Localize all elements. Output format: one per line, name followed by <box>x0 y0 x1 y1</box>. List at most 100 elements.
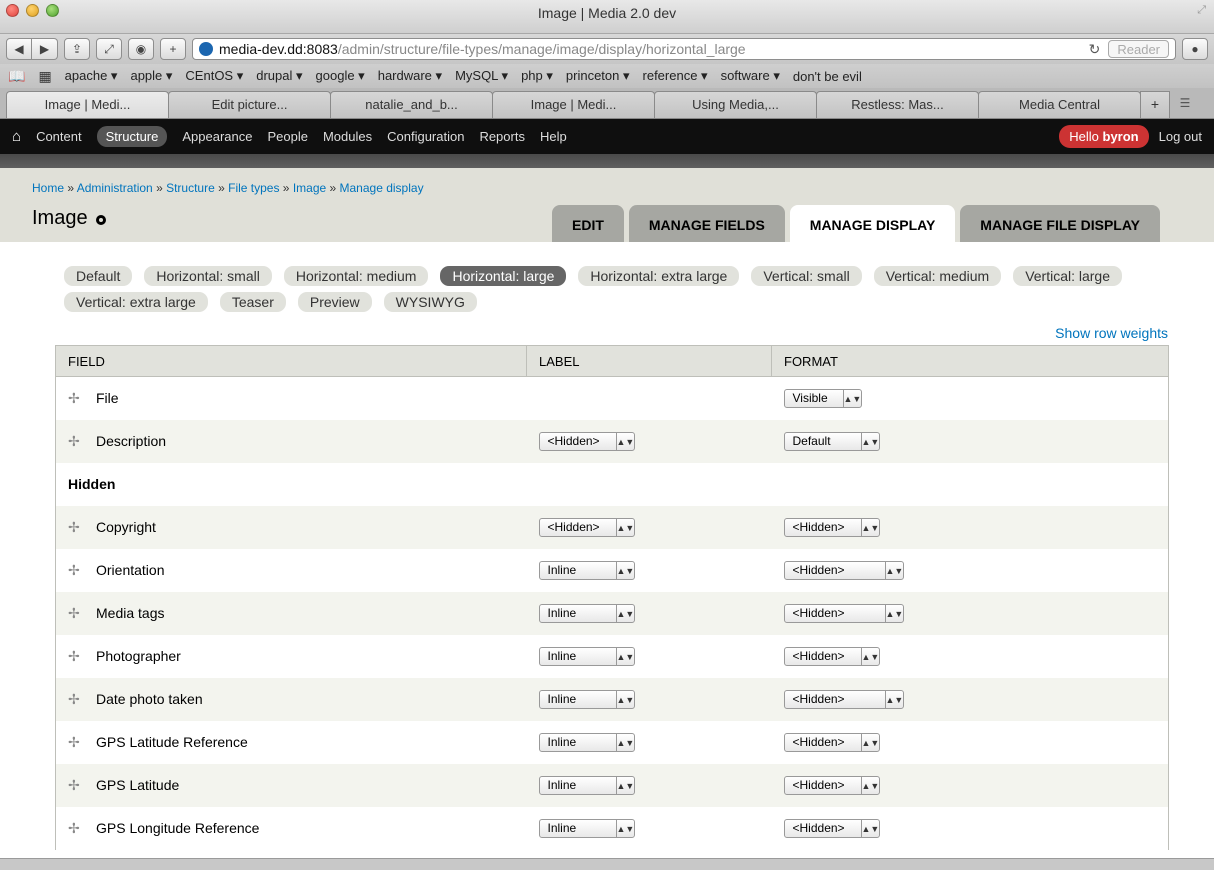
format-select[interactable]: <Hidden> ▲▼ <box>783 517 880 537</box>
format-select[interactable]: <Hidden> ▲▼ <box>783 689 904 709</box>
format-select[interactable]: <Hidden> ▲▼ <box>783 775 880 795</box>
format-cell: Default ▲▼ <box>771 419 1169 463</box>
format-select[interactable]: <Hidden> ▲▼ <box>783 603 904 623</box>
view-mode-horizontal-medium[interactable]: Horizontal: medium <box>283 266 429 286</box>
drag-handle-icon[interactable]: ✢ <box>68 519 82 536</box>
drag-handle-icon[interactable]: ✢ <box>68 648 82 665</box>
admin-link-help[interactable]: Help <box>540 126 567 147</box>
bookmark-php[interactable]: php ▾ <box>521 68 553 84</box>
tab-manage-file-display[interactable]: MANAGE FILE DISPLAY <box>960 205 1161 242</box>
view-mode-vertical-medium[interactable]: Vertical: medium <box>873 266 1002 286</box>
drag-handle-icon[interactable]: ✢ <box>68 390 82 407</box>
topsites-button[interactable]: ◉ <box>128 38 154 60</box>
bookmark-drupal[interactable]: drupal ▾ <box>256 68 302 84</box>
add-bookmark-button[interactable]: + <box>160 38 186 60</box>
browser-tab[interactable]: Edit picture... <box>168 91 331 118</box>
bookmark-reference[interactable]: reference ▾ <box>643 68 708 84</box>
reader-button[interactable]: Reader <box>1108 40 1169 58</box>
drag-handle-icon[interactable]: ✢ <box>68 562 82 579</box>
bookmark-software[interactable]: software ▾ <box>721 68 780 84</box>
label-select[interactable]: <Hidden> ▲▼ <box>538 431 635 451</box>
add-shortcut-icon[interactable] <box>95 215 106 225</box>
admin-link-people[interactable]: People <box>267 126 307 147</box>
new-tab-button[interactable]: + <box>1140 91 1170 118</box>
tab-overview-icon[interactable]: ☰ <box>1170 91 1200 118</box>
view-mode-horizontal-large[interactable]: Horizontal: large <box>440 266 567 286</box>
bookmark-dont-be-evil[interactable]: don't be evil <box>793 69 862 84</box>
bookmark-hardware[interactable]: hardware ▾ <box>378 68 442 84</box>
share-button[interactable]: ⇪ <box>64 38 90 60</box>
label-select[interactable]: Inline ▲▼ <box>538 646 635 666</box>
format-select[interactable]: <Hidden> ▲▼ <box>783 560 904 580</box>
browser-tab[interactable]: Restless: Mas... <box>816 91 979 118</box>
browser-tab[interactable]: Using Media,... <box>654 91 817 118</box>
top-sites-icon[interactable]: ▦ <box>38 68 51 85</box>
format-select[interactable]: Visible ▲▼ <box>783 388 862 408</box>
view-mode-horizontal-small[interactable]: Horizontal: small <box>144 266 272 286</box>
label-select[interactable]: Inline ▲▼ <box>538 732 635 752</box>
bookmark-princeton[interactable]: princeton ▾ <box>566 68 630 84</box>
tab-edit[interactable]: EDIT <box>552 205 624 242</box>
format-select[interactable]: <Hidden> ▲▼ <box>783 646 880 666</box>
browser-tab[interactable]: Media Central <box>978 91 1141 118</box>
breadcrumb-manage-display[interactable]: Manage display <box>340 181 424 195</box>
tab-manage-display[interactable]: MANAGE DISPLAY <box>789 205 956 242</box>
admin-link-modules[interactable]: Modules <box>323 126 372 147</box>
bookmark-centos[interactable]: CEntOS ▾ <box>185 68 243 84</box>
view-mode-vertical-small[interactable]: Vertical: small <box>751 266 862 286</box>
back-button[interactable]: ◀ <box>6 38 32 60</box>
view-mode-vertical-extra-large[interactable]: Vertical: extra large <box>64 292 208 312</box>
admin-link-content[interactable]: Content <box>36 126 82 147</box>
admin-link-reports[interactable]: Reports <box>479 126 525 147</box>
label-select[interactable]: Inline ▲▼ <box>538 689 635 709</box>
logout-link[interactable]: Log out <box>1159 126 1202 147</box>
bookmark-mysql[interactable]: MySQL ▾ <box>455 68 508 84</box>
drag-handle-icon[interactable]: ✢ <box>68 605 82 622</box>
hello-user-badge[interactable]: Hello byron <box>1059 125 1149 148</box>
breadcrumb-structure[interactable]: Structure <box>166 181 215 195</box>
drag-handle-icon[interactable]: ✢ <box>68 433 82 450</box>
view-mode-vertical-large[interactable]: Vertical: large <box>1013 266 1123 286</box>
view-mode-preview[interactable]: Preview <box>297 292 372 312</box>
format-select[interactable]: <Hidden> ▲▼ <box>783 818 880 838</box>
view-mode-horizontal-extra-large[interactable]: Horizontal: extra large <box>578 266 740 286</box>
browser-tab[interactable]: natalie_and_b... <box>330 91 493 118</box>
fullscreen-button[interactable]: ⤢ <box>96 38 122 60</box>
drag-handle-icon[interactable]: ✢ <box>68 820 82 837</box>
breadcrumb-home[interactable]: Home <box>32 181 64 195</box>
tab-manage-fields[interactable]: MANAGE FIELDS <box>628 205 785 242</box>
reload-icon[interactable]: ↻ <box>1089 41 1101 58</box>
show-row-weights-link[interactable]: Show row weights <box>1055 325 1168 341</box>
address-bar[interactable]: media-dev.dd:8083/admin/structure/file-t… <box>192 38 1176 60</box>
label-select[interactable]: Inline ▲▼ <box>538 603 635 623</box>
format-select[interactable]: Default ▲▼ <box>783 431 880 451</box>
bookmark-google[interactable]: google ▾ <box>316 68 365 84</box>
drag-handle-icon[interactable]: ✢ <box>68 691 82 708</box>
bookmark-apache[interactable]: apache ▾ <box>65 68 118 84</box>
breadcrumb-file-types[interactable]: File types <box>228 181 279 195</box>
label-select[interactable]: <Hidden> ▲▼ <box>538 517 635 537</box>
admin-link-structure[interactable]: Structure <box>96 126 168 147</box>
format-select[interactable]: <Hidden> ▲▼ <box>783 732 880 752</box>
forward-button[interactable]: ▶ <box>32 38 58 60</box>
browser-tab[interactable]: Image | Medi... <box>492 91 655 118</box>
downloads-button[interactable]: ● <box>1182 38 1208 60</box>
label-select[interactable]: Inline ▲▼ <box>538 775 635 795</box>
browser-tab[interactable]: Image | Medi... <box>6 91 169 118</box>
view-mode-teaser[interactable]: Teaser <box>219 292 286 312</box>
drag-handle-icon[interactable]: ✢ <box>68 734 82 751</box>
label-select[interactable]: Inline ▲▼ <box>538 818 635 838</box>
view-mode-wysiwyg[interactable]: WYSIWYG <box>383 292 477 312</box>
label-select[interactable]: Inline ▲▼ <box>538 560 635 580</box>
admin-link-configuration[interactable]: Configuration <box>387 126 464 147</box>
bookmark-apple[interactable]: apple ▾ <box>130 68 172 84</box>
breadcrumb-image[interactable]: Image <box>293 181 326 195</box>
drag-handle-icon[interactable]: ✢ <box>68 777 82 794</box>
select-arrows-icon: ▲▼ <box>860 518 879 536</box>
home-icon[interactable]: ⌂ <box>12 128 21 145</box>
view-mode-default[interactable]: Default <box>64 266 133 286</box>
admin-link-appearance[interactable]: Appearance <box>182 126 252 147</box>
fullscreen-icon[interactable]: ⤢ <box>1197 4 1206 17</box>
breadcrumb-administration[interactable]: Administration <box>77 181 153 195</box>
reading-list-icon[interactable]: 📖 <box>8 68 25 85</box>
